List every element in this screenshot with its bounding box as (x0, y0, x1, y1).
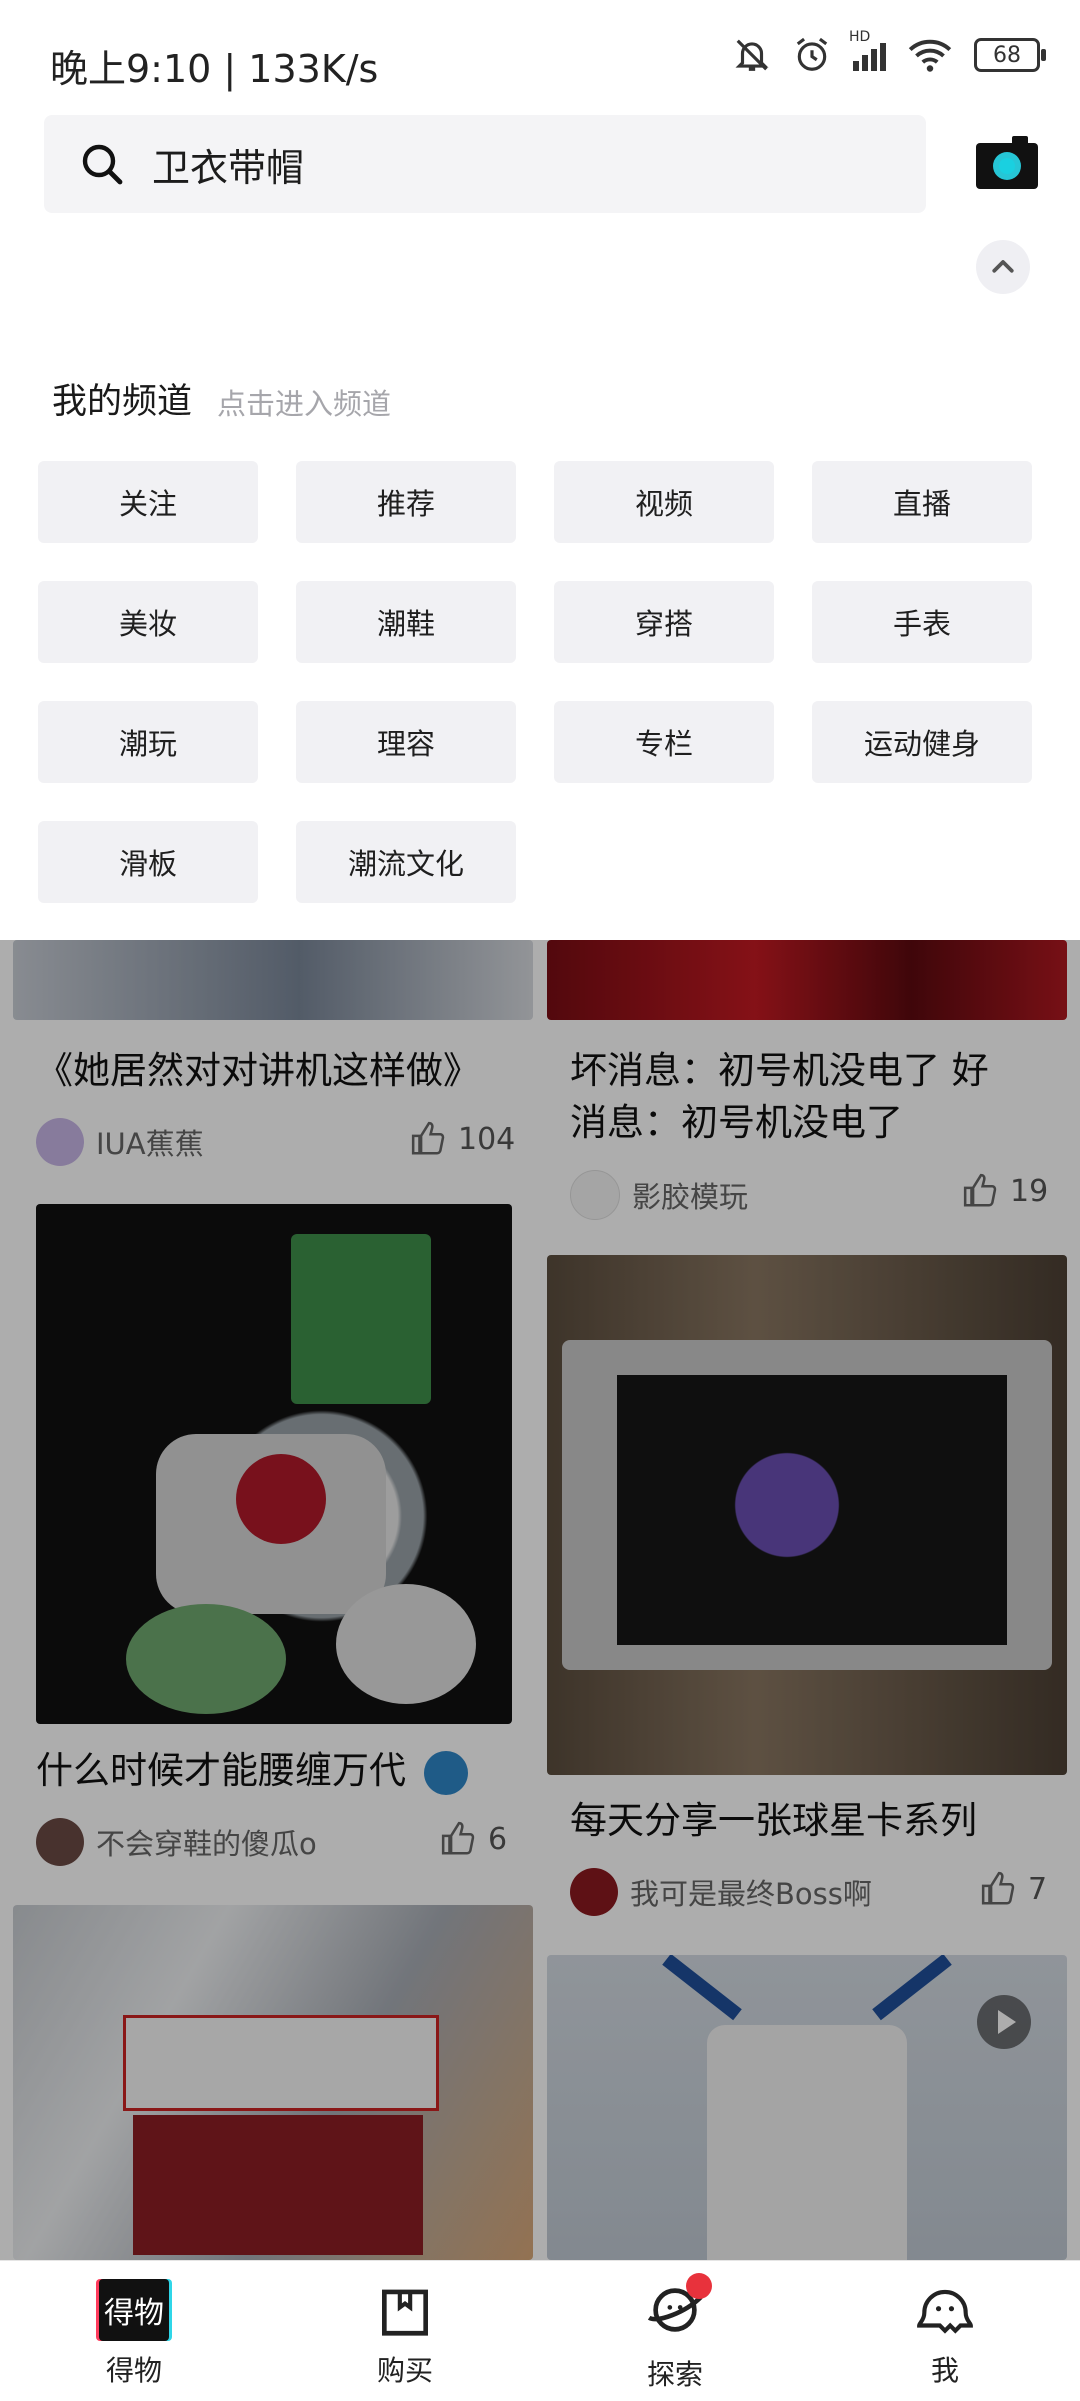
wifi-icon (908, 39, 952, 72)
status-bar: 晚上9:10 | 133K/s HD 68 (0, 0, 1080, 110)
dim-overlay[interactable] (0, 940, 1080, 2400)
channel-chip-sneakers[interactable]: 潮鞋 (296, 581, 516, 663)
nav-item-me[interactable]: 我 (845, 2279, 1045, 2389)
signal-icon: HD (849, 29, 886, 71)
shopping-bag-icon (382, 2289, 428, 2336)
dewu-logo-icon: 得物 (99, 2279, 169, 2341)
nav-item-explore[interactable]: 探索 (575, 2273, 775, 2393)
search-input[interactable]: 卫衣带帽 (152, 137, 304, 192)
channel-chip-skateboard[interactable]: 滑板 (38, 821, 258, 903)
nav-item-buy[interactable]: 购买 (305, 2279, 505, 2389)
nav-label: 探索 (646, 2358, 703, 2391)
channel-chip-video[interactable]: 视频 (554, 461, 774, 543)
channel-chip-beauty[interactable]: 美妆 (38, 581, 258, 663)
channels-title: 我的频道 (52, 382, 193, 422)
channel-chip-fitness[interactable]: 运动健身 (812, 701, 1032, 783)
channel-chip-follow[interactable]: 关注 (38, 461, 258, 543)
status-time-speed: 晚上9:10 | 133K/s (50, 47, 379, 91)
profile-mascot-icon (917, 2289, 973, 2334)
network-type: HD (849, 29, 871, 45)
camera-icon (976, 136, 1038, 189)
search-bar[interactable]: 卫衣带帽 (44, 115, 926, 213)
camera-button[interactable] (976, 133, 1038, 191)
nav-label: 我 (930, 2354, 959, 2387)
nav-label: 购买 (376, 2354, 433, 2387)
channel-chip-columns[interactable]: 专栏 (554, 701, 774, 783)
channel-chip-street-culture[interactable]: 潮流文化 (296, 821, 516, 903)
bottom-nav: 得物 得物 购买 探索 我 (0, 2260, 1080, 2401)
channel-chip-toys[interactable]: 潮玩 (38, 701, 258, 783)
chevron-up-icon (992, 260, 1014, 273)
channel-panel: 我的频道 点击进入频道 关注 推荐 视频 直播 美妆 潮鞋 穿搭 手表 潮玩 理… (0, 110, 1080, 940)
channel-chip-live[interactable]: 直播 (812, 461, 1032, 543)
channel-chip-recommend[interactable]: 推荐 (296, 461, 516, 543)
channel-chip-grooming[interactable]: 理容 (296, 701, 516, 783)
search-icon (82, 144, 123, 185)
nav-item-dewu[interactable]: 得物 得物 (34, 2279, 234, 2389)
notification-dot (686, 2273, 712, 2299)
bell-muted-icon (735, 39, 769, 71)
battery-level: 68 (993, 42, 1021, 68)
channels-hint: 点击进入频道 (217, 387, 392, 421)
nav-label: 得物 (105, 2354, 162, 2387)
collapse-button[interactable] (976, 240, 1030, 294)
status-icons: HD 68 (733, 29, 1046, 74)
alarm-icon (796, 37, 828, 71)
battery-icon: 68 (974, 38, 1046, 72)
channel-chip-outfits[interactable]: 穿搭 (554, 581, 774, 663)
channel-chip-watches[interactable]: 手表 (812, 581, 1032, 663)
